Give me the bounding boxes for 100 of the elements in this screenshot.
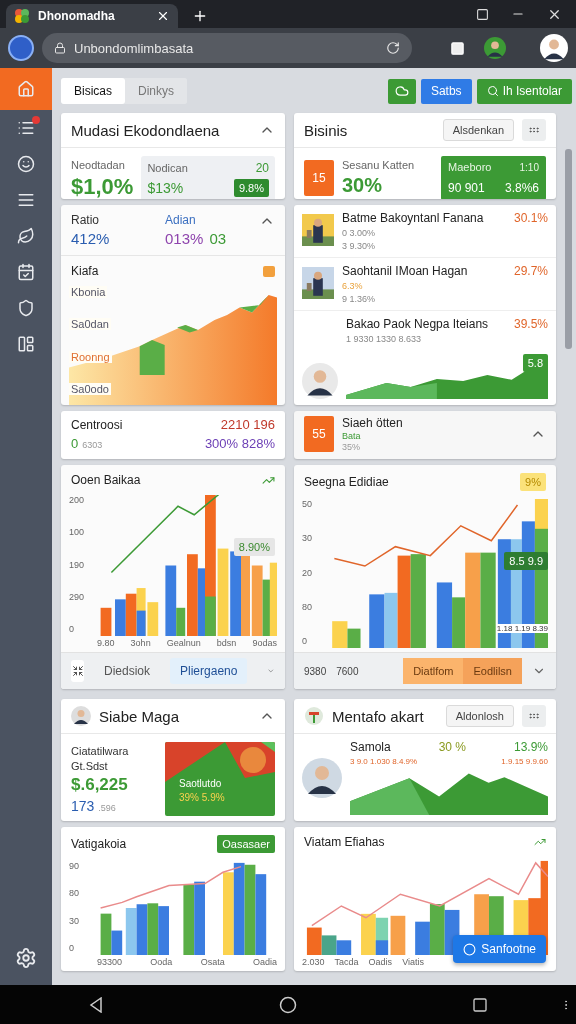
stat-value: 0 bbox=[71, 436, 79, 451]
item-change: 30.1% bbox=[513, 211, 548, 225]
stat-label: Sesanu Katten bbox=[342, 159, 416, 171]
stat-change: 3.8%6 bbox=[504, 181, 539, 195]
circle-icon bbox=[463, 942, 477, 956]
back-icon[interactable] bbox=[87, 996, 104, 1013]
tick-label: 100 bbox=[69, 527, 86, 538]
item-title: Saohtanil IMoan Hagan bbox=[342, 264, 468, 278]
filter-button[interactable]: Alsdenkan bbox=[442, 119, 514, 141]
chart-bar bbox=[251, 565, 263, 636]
chart-badge: Oasasaer bbox=[217, 835, 275, 853]
address-field[interactable]: Unbondomlimbasata bbox=[42, 33, 412, 63]
chart-bar bbox=[147, 602, 159, 636]
calendar-icon bbox=[17, 263, 35, 281]
axis-label: Oadia bbox=[252, 957, 277, 967]
axis-label: Osata bbox=[200, 957, 225, 967]
tick-label: 50 bbox=[302, 499, 313, 509]
footer-tab[interactable]: Diedsiok bbox=[94, 658, 161, 684]
stat-value: 2210 196 bbox=[220, 417, 275, 432]
close-icon[interactable] bbox=[156, 9, 170, 23]
tick-label: 200 bbox=[69, 495, 86, 505]
filter-button[interactable]: Aldonlosh bbox=[445, 705, 514, 727]
axis-label: bdsn bbox=[216, 638, 237, 648]
scrollbar-thumb[interactable] bbox=[565, 149, 572, 349]
browser-tab[interactable]: Dhonomadha bbox=[6, 4, 178, 28]
panel-icon bbox=[17, 335, 35, 353]
new-tab-icon[interactable] bbox=[192, 8, 208, 24]
axis-label: Roonng bbox=[69, 350, 112, 363]
stat-note: 3 9.0 1.030 8.4.9% bbox=[350, 757, 418, 766]
item-detail: 3 9.30% bbox=[342, 241, 377, 251]
stat-corner: 20 bbox=[255, 161, 269, 175]
avatar-icon bbox=[302, 363, 338, 399]
axis-label: Oadis bbox=[368, 957, 393, 967]
chart-bar bbox=[147, 903, 159, 955]
chart-bar bbox=[115, 599, 126, 636]
square-icon[interactable] bbox=[450, 40, 465, 56]
item-title: Batme Bakoyntanl Fanana bbox=[342, 211, 484, 225]
value-badge: 9% bbox=[520, 473, 546, 491]
tick-label: 0 bbox=[69, 943, 75, 953]
card-title: Mentafo akart bbox=[332, 707, 425, 725]
collapse-button[interactable] bbox=[71, 660, 84, 682]
action-button[interactable]: Satbs bbox=[420, 78, 472, 104]
leaf-icon bbox=[17, 227, 35, 245]
cloud-button[interactable] bbox=[387, 78, 416, 104]
promo-title: Saotlutdo bbox=[179, 778, 223, 789]
item-change: 29.7% bbox=[513, 264, 548, 278]
view-tab[interactable]: Bisicas bbox=[61, 78, 125, 104]
tile-value: 15 bbox=[312, 171, 326, 185]
item-detail: 9 1.36% bbox=[342, 294, 377, 304]
trend-icon[interactable] bbox=[534, 836, 546, 848]
chart-bar bbox=[436, 582, 453, 648]
logo-icon[interactable] bbox=[8, 35, 34, 61]
footer-button[interactable]: Eodlilsn bbox=[463, 658, 522, 684]
list-row[interactable]: Bakao Paok Negpa Iteians 39.5% 1 9330 1330 8.633 5.8 bbox=[294, 311, 556, 405]
card-title: Mudasi Ekodondlaena bbox=[71, 121, 221, 139]
grip-button[interactable] bbox=[522, 119, 546, 141]
footer-tab[interactable]: Pliergaeno bbox=[170, 658, 248, 684]
lock-icon bbox=[54, 42, 66, 54]
stat-label: Ratio bbox=[71, 213, 100, 227]
home-icon[interactable] bbox=[279, 995, 297, 1014]
reload-icon[interactable] bbox=[386, 41, 400, 55]
value-badge: 5.8 bbox=[522, 354, 548, 372]
stat-count: 173 bbox=[71, 797, 95, 814]
axis-label: Sa0dan bbox=[69, 318, 111, 331]
footer-button[interactable]: Diatlfom bbox=[403, 658, 464, 684]
list-row[interactable]: Saohtanil IMoan Hagan 29.7% 6.3% 9 1.36% bbox=[294, 258, 556, 311]
axis-label: Kbonia bbox=[69, 286, 108, 298]
stat-sublabel: Gt.Sdst bbox=[71, 759, 109, 772]
home-icon bbox=[17, 80, 35, 98]
chart-bar bbox=[125, 908, 137, 955]
floating-button[interactable]: Sanfootne bbox=[453, 935, 546, 963]
grip-button[interactable] bbox=[522, 705, 546, 727]
axis-label: 9.80 bbox=[97, 638, 115, 648]
item-title: Bakao Paok Negpa Iteians bbox=[346, 317, 489, 331]
list-row[interactable]: Batme Bakoyntanl Fanana 30.1% 0 3.00% 3 9.30% bbox=[294, 205, 556, 258]
stat-percent: 300% 828% bbox=[204, 436, 275, 451]
chart-bar bbox=[347, 628, 361, 648]
action-button[interactable]: Ih Isentolar bbox=[476, 78, 572, 104]
tile-value: 55 bbox=[312, 427, 326, 441]
tick-label: 30 bbox=[69, 915, 80, 926]
clover-icon bbox=[14, 8, 30, 24]
stat-value: $.6,225 bbox=[71, 774, 129, 795]
stat-note: 1.9.15 9.9.60 bbox=[501, 757, 548, 766]
bar-note: 1.18 1.19 8.39 bbox=[496, 624, 548, 633]
stat-note: 6303 bbox=[82, 440, 103, 450]
chart-title: Kiafa bbox=[71, 264, 100, 278]
tick-label: 80 bbox=[302, 601, 313, 612]
stat-extra: 03 bbox=[209, 230, 227, 247]
stat-value: $1,0% bbox=[71, 173, 134, 199]
axis-label: Tacda bbox=[334, 957, 359, 967]
stat-value: 35% bbox=[342, 442, 361, 452]
chart-bar bbox=[336, 940, 352, 955]
search-icon bbox=[486, 85, 499, 97]
address-text: Unbondomlimbasata bbox=[74, 40, 195, 56]
item-change: 39.5% bbox=[513, 317, 548, 331]
tick-label: 90 bbox=[69, 861, 80, 871]
restore-icon[interactable] bbox=[476, 7, 489, 21]
axis-label: 9380 bbox=[304, 665, 327, 677]
recents-icon[interactable] bbox=[472, 996, 489, 1013]
axis-label: 2.030 bbox=[302, 957, 325, 967]
